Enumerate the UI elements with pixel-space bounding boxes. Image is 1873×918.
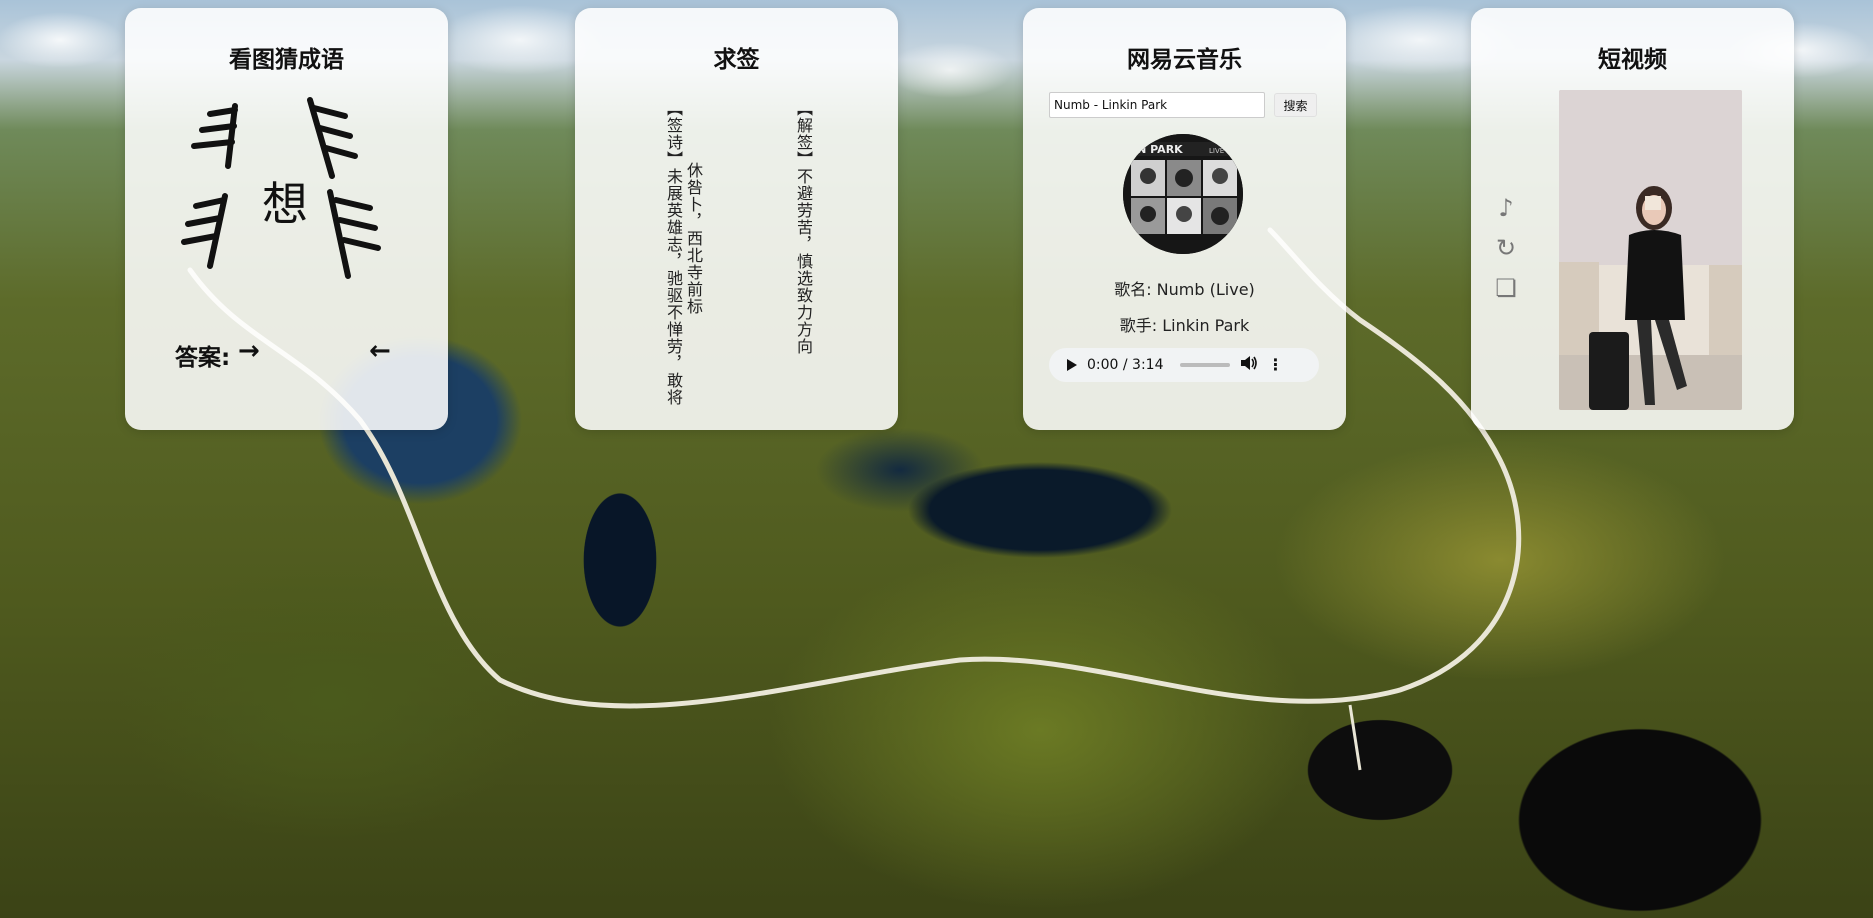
progress-bar[interactable] bbox=[1179, 363, 1230, 367]
music-card-title: 网易云音乐 bbox=[1127, 47, 1242, 73]
music-card: 网易云音乐 搜索 IN PARK LIVE 歌名: Numb (Live) 歌手… bbox=[1023, 8, 1346, 430]
volume-icon[interactable] bbox=[1240, 355, 1258, 375]
music-note-icon[interactable]: ♪ bbox=[1491, 194, 1521, 222]
song-name: 歌名: Numb (Live) bbox=[1114, 280, 1255, 299]
song-search-input[interactable] bbox=[1049, 92, 1265, 118]
arrow-left-icon[interactable]: ← bbox=[369, 336, 391, 366]
idiom-card: 看图猜成语 想 答案: → ← bbox=[125, 8, 448, 430]
copy-icon[interactable]: ❏ bbox=[1491, 274, 1521, 302]
refresh-icon[interactable]: ↻ bbox=[1491, 234, 1521, 262]
arrow-right-icon[interactable]: → bbox=[238, 336, 260, 366]
album-cover: IN PARK LIVE bbox=[1123, 134, 1243, 254]
album-art-graphic: IN PARK LIVE bbox=[1123, 134, 1243, 254]
fortune-poem-line-1: 【签诗】未展英雄志，驰驱不惮劳，敢将 bbox=[664, 100, 683, 406]
idiom-card-title: 看图猜成语 bbox=[229, 47, 344, 73]
video-card-title: 短视频 bbox=[1598, 47, 1667, 73]
video-player[interactable] bbox=[1559, 90, 1742, 410]
player-time: 0:00 / 3:14 bbox=[1087, 357, 1164, 373]
more-options-icon[interactable]: ⋮ bbox=[1268, 357, 1284, 373]
video-card: 短视频 ♪ ↻ ❏ bbox=[1471, 8, 1794, 430]
album-live-text: LIVE bbox=[1209, 147, 1224, 155]
album-band-text: IN PARK bbox=[1133, 143, 1183, 156]
idiom-center-char: 想 bbox=[262, 177, 308, 231]
fortune-poem-line-2: 休咎卜，西北寺前标 bbox=[684, 162, 703, 315]
audio-player: 0:00 / 3:14 ⋮ bbox=[1049, 348, 1319, 382]
fortune-card: 求签 【签诗】未展英雄志，驰驱不惮劳，敢将 休咎卜，西北寺前标 【解签】不避劳苦… bbox=[575, 8, 898, 430]
answer-label: 答案: bbox=[175, 345, 231, 371]
singer-name: 歌手: Linkin Park bbox=[1119, 316, 1250, 335]
video-frame-graphic bbox=[1559, 90, 1742, 410]
idiom-picture: 想 bbox=[180, 96, 390, 306]
search-button[interactable]: 搜索 bbox=[1274, 93, 1317, 117]
fortune-card-title: 求签 bbox=[713, 47, 760, 73]
fortune-explanation: 【解签】不避劳苦，慎选致力方向 bbox=[794, 100, 813, 355]
play-icon[interactable] bbox=[1067, 359, 1077, 371]
